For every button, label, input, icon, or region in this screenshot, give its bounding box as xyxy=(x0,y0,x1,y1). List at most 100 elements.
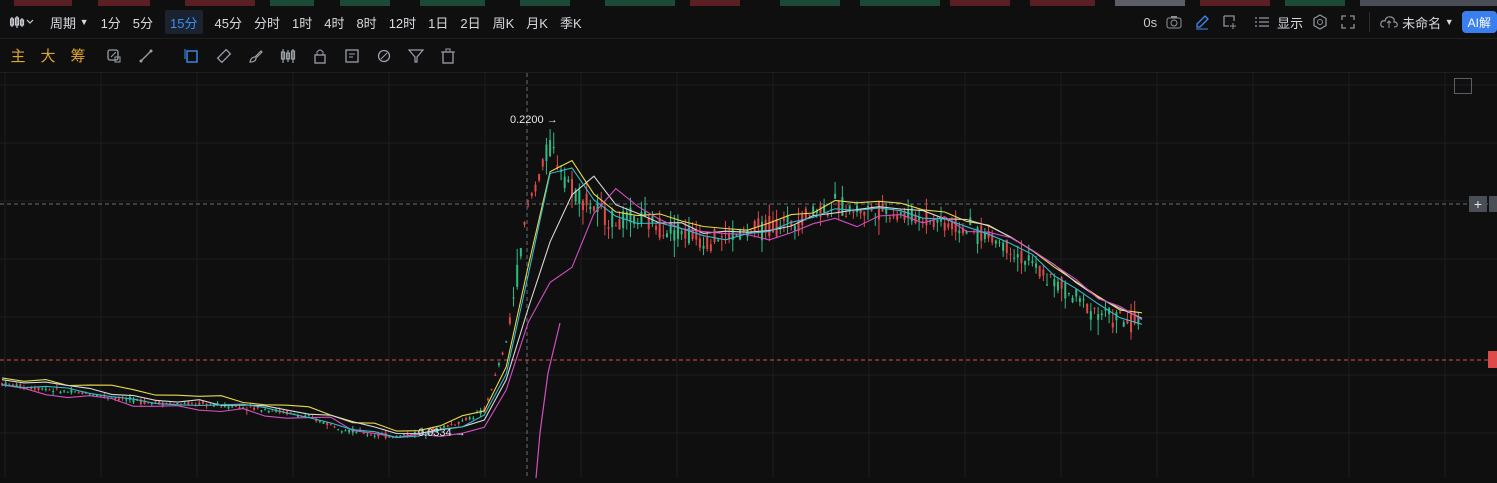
candle-body xyxy=(859,210,862,214)
candle-body xyxy=(581,200,584,211)
candle-body xyxy=(74,391,77,393)
layout-name-dropdown[interactable]: 未命名 ▼ xyxy=(1402,10,1454,34)
expand-icon[interactable] xyxy=(1454,78,1472,94)
candle-body xyxy=(70,389,73,393)
candle-body xyxy=(1009,253,1012,255)
candle-body xyxy=(1035,263,1038,268)
candle-body xyxy=(337,429,340,431)
candle-body xyxy=(589,206,592,210)
candle-body xyxy=(1089,311,1092,320)
candle-body xyxy=(666,233,668,238)
chart-canvas[interactable] xyxy=(0,73,1497,479)
draw-pen-icon[interactable] xyxy=(1191,11,1213,33)
interval-0[interactable]: 1分 xyxy=(101,10,121,34)
candle-body xyxy=(450,424,453,426)
candle-body xyxy=(958,230,961,234)
interval-12[interactable]: 月K xyxy=(526,10,548,34)
candle-body xyxy=(808,214,811,216)
candle-body xyxy=(490,389,493,391)
candle-body xyxy=(271,410,274,412)
candle-body xyxy=(370,434,373,436)
interval-9[interactable]: 1日 xyxy=(428,10,448,34)
candle-body xyxy=(501,352,504,355)
interval-4[interactable]: 分时 xyxy=(254,10,280,34)
cloud-save-icon[interactable] xyxy=(1378,11,1400,33)
candle-body xyxy=(994,240,997,244)
candle-body xyxy=(125,399,128,401)
price-chart[interactable] xyxy=(0,73,1497,479)
candle-body xyxy=(812,206,815,215)
candle-body xyxy=(1060,277,1063,289)
candle-body xyxy=(698,238,701,248)
candle-body xyxy=(1042,269,1045,276)
candle-body xyxy=(768,215,771,237)
period-dropdown[interactable]: 周期 ▼ xyxy=(50,10,89,34)
select-icon[interactable] xyxy=(180,44,204,68)
candle-body xyxy=(1086,304,1089,313)
candle-body xyxy=(231,406,234,408)
interval-7[interactable]: 8时 xyxy=(356,10,376,34)
ruler-icon[interactable] xyxy=(212,44,236,68)
candle-body xyxy=(947,223,950,228)
ai-button[interactable]: AI解 xyxy=(1461,11,1497,33)
add-alert-icon[interactable] xyxy=(1219,11,1241,33)
interval-10[interactable]: 2日 xyxy=(460,10,480,34)
candle-body xyxy=(59,391,62,394)
camera-icon[interactable] xyxy=(1163,11,1185,33)
candle-body xyxy=(1122,322,1125,327)
fullscreen-icon[interactable] xyxy=(1337,11,1359,33)
axis-handle xyxy=(1489,196,1497,212)
note-icon[interactable] xyxy=(340,44,364,68)
candle-body xyxy=(983,233,986,240)
candle-body xyxy=(856,205,858,212)
candle-body xyxy=(841,197,844,216)
candle-body xyxy=(30,388,33,390)
link-icon[interactable] xyxy=(372,44,396,68)
candle-body xyxy=(1078,298,1081,302)
interval-8[interactable]: 12时 xyxy=(389,10,416,34)
indicator-0[interactable]: 主 xyxy=(6,45,30,66)
candle-body xyxy=(793,225,796,231)
brush-icon[interactable] xyxy=(244,44,268,68)
candle-body xyxy=(834,193,837,199)
candle-body xyxy=(607,227,610,229)
candle-body xyxy=(1027,255,1030,261)
candle-body xyxy=(1056,281,1059,291)
candle-body xyxy=(866,205,869,208)
chevron-down-icon: ▼ xyxy=(1444,17,1454,27)
add-price-line-button[interactable]: + xyxy=(1469,196,1487,212)
candle-body xyxy=(1119,311,1122,313)
candle-body xyxy=(366,434,369,436)
candle-body xyxy=(563,176,566,189)
lock-icon[interactable] xyxy=(308,44,332,68)
interval-13[interactable]: 季K xyxy=(560,10,582,34)
interval-2[interactable]: 15分 xyxy=(165,10,203,34)
interval-1[interactable]: 5分 xyxy=(133,10,153,34)
indicator-1[interactable]: 大 xyxy=(36,45,60,66)
settings-gear-icon[interactable] xyxy=(1309,11,1331,33)
candle-body xyxy=(1038,265,1041,277)
indicator-2[interactable]: 筹 xyxy=(66,45,90,66)
interval-3[interactable]: 45分 xyxy=(215,10,242,34)
trash-icon[interactable] xyxy=(436,44,460,68)
candle-body xyxy=(614,225,617,227)
measure-icon[interactable] xyxy=(134,44,158,68)
candle-body xyxy=(625,211,628,221)
candle-pattern-icon[interactable] xyxy=(276,44,300,68)
candle-body xyxy=(329,423,332,425)
list-icon[interactable] xyxy=(1251,11,1273,33)
candle-body xyxy=(253,407,256,410)
interval-5[interactable]: 1时 xyxy=(292,10,312,34)
filter-icon[interactable] xyxy=(404,44,428,68)
candlestick-icon[interactable] xyxy=(8,11,38,33)
candle-body xyxy=(823,204,826,213)
magnet-icon[interactable] xyxy=(102,44,126,68)
display-menu[interactable]: 显示 xyxy=(1277,10,1303,34)
top-toolbar: 周期 ▼ 1分 5分 15分 45分 分时 1时 4时 8时 12时 1日 2日 周K 月K 季K 0s … xyxy=(0,6,1497,39)
interval-6[interactable]: 4时 xyxy=(324,10,344,34)
candle-body xyxy=(720,236,723,238)
candle-body xyxy=(1002,242,1005,251)
interval-11[interactable]: 周K xyxy=(493,10,515,34)
candle-body xyxy=(899,212,902,215)
candle-body xyxy=(260,410,263,412)
